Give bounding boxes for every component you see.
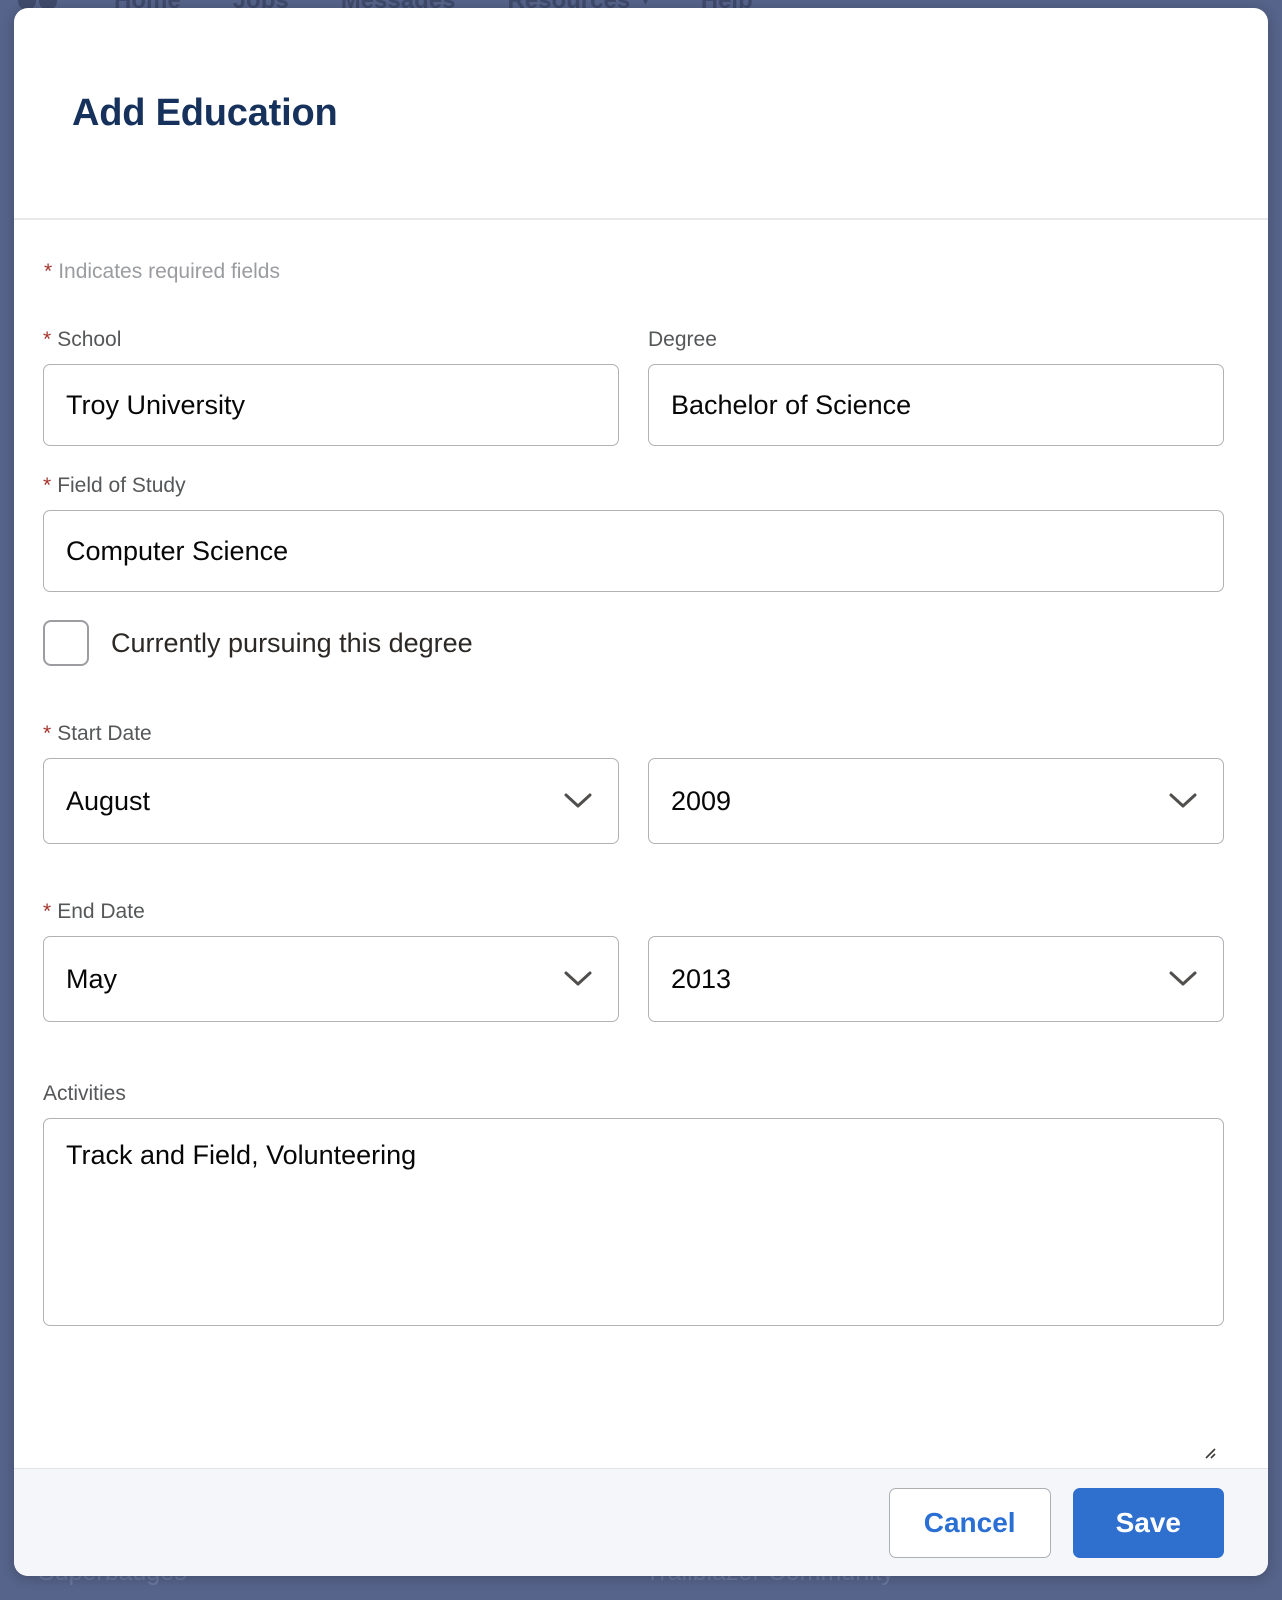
modal-body: *Indicates required fields *School Degre… [14, 220, 1268, 1468]
save-button[interactable]: Save [1072, 1487, 1224, 1558]
end-year-value[interactable]: 2013 [648, 936, 1224, 1022]
start-month-col: August [43, 758, 619, 844]
end-month-value[interactable]: May [43, 936, 619, 1022]
end-date-label: * End Date [43, 900, 1224, 924]
activities-label: Activities [43, 1082, 126, 1105]
required-marker-icon: * [43, 900, 52, 923]
currently-pursuing-label: Currently pursuing this degree [111, 627, 473, 658]
start-date-label-text: Start Date [57, 722, 152, 745]
start-month-value[interactable]: August [43, 758, 619, 844]
end-year-select[interactable]: 2013 [648, 936, 1224, 1022]
start-year-select[interactable]: 2009 [648, 758, 1224, 844]
end-date-group: * End Date May 2013 [43, 900, 1224, 1022]
required-marker-icon: * [43, 722, 52, 745]
school-label: * School [43, 328, 619, 352]
school-field-group: * School [43, 328, 619, 446]
required-marker-icon: * [44, 260, 53, 283]
required-marker-icon: * [43, 474, 52, 497]
start-year-col: 2009 [648, 758, 1224, 844]
school-label-text: School [57, 328, 122, 351]
start-date-label: * Start Date [43, 722, 1224, 746]
degree-field-group: Degree [648, 328, 1224, 446]
cancel-button[interactable]: Cancel [888, 1487, 1051, 1558]
resize-handle-icon[interactable] [1204, 1446, 1216, 1459]
currently-pursuing-checkbox-row[interactable]: Currently pursuing this degree [43, 620, 1224, 666]
modal-header: Add Education [14, 8, 1268, 220]
required-fields-note-text: Indicates required fields [58, 260, 280, 283]
start-date-group: * Start Date August 2009 [43, 722, 1224, 844]
school-degree-row: *School Degree [43, 328, 1224, 446]
start-month-select[interactable]: August [43, 758, 619, 844]
start-year-value[interactable]: 2009 [648, 758, 1224, 844]
field-of-study-group: * Field of Study [43, 474, 1224, 592]
end-date-row: May 2013 [43, 936, 1224, 1022]
required-marker-icon: * [43, 328, 52, 351]
end-year-col: 2013 [648, 936, 1224, 1022]
page-title: Add Education [72, 91, 338, 134]
school-input[interactable] [43, 364, 619, 446]
degree-input[interactable] [648, 364, 1224, 446]
degree-label: Degree [648, 328, 717, 351]
checkbox-unchecked-icon[interactable] [43, 620, 89, 666]
end-date-label-text: End Date [57, 900, 145, 923]
activities-group: Activities Track and Field, Volunteering [43, 1082, 1224, 1459]
field-of-study-label-text: Field of Study [57, 474, 186, 497]
end-month-col: May [43, 936, 619, 1022]
end-month-select[interactable]: May [43, 936, 619, 1022]
activities-textarea[interactable]: Track and Field, Volunteering [43, 1118, 1224, 1326]
modal-footer: Cancel Save [14, 1468, 1268, 1576]
add-education-modal: Add Education * Indicates required fields… [14, 8, 1268, 1576]
required-fields-note: * Indicates required fields [43, 260, 1224, 284]
field-of-study-input[interactable] [43, 510, 1224, 592]
start-date-row: August 2009 [43, 758, 1224, 844]
field-of-study-label: * Field of Study [43, 474, 1224, 498]
